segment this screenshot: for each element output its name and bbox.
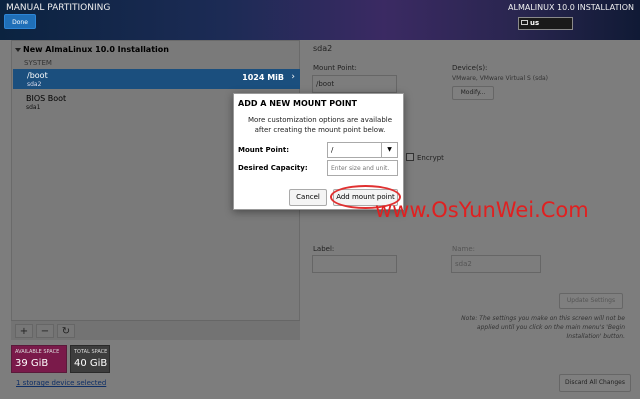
encrypt-label: Encrypt	[417, 154, 444, 162]
encrypt-checkbox[interactable]	[406, 153, 414, 161]
settings-note: Note: The settings you make on this scre…	[461, 315, 625, 340]
add-mount-point-icon[interactable]: +	[15, 324, 33, 338]
watermark-text: www.OsYunWei.Com	[375, 198, 589, 222]
done-button[interactable]: Done	[4, 14, 36, 29]
list-item-size: 1024 MiB	[242, 73, 284, 82]
keyboard-icon	[521, 20, 528, 25]
label-field-label: Label:	[313, 245, 335, 253]
modify-button[interactable]: Modify...	[452, 86, 494, 100]
total-space-value: 40 GiB	[74, 358, 108, 369]
update-settings-button[interactable]: Update Settings	[559, 293, 623, 309]
chevron-down-icon[interactable]: ▼	[381, 143, 397, 157]
list-item-mount: /boot	[27, 71, 48, 80]
label-field[interactable]	[312, 255, 397, 273]
expand-triangle-icon[interactable]	[15, 47, 21, 52]
devices-value: VMware, VMware Virtual S (sda)	[452, 75, 549, 82]
list-item-device: sda1	[26, 104, 41, 111]
keyboard-layout-label: us	[530, 19, 540, 27]
installation-title: New AlmaLinux 10.0 Installation	[23, 45, 169, 54]
dialog-capacity-label: Desired Capacity:	[238, 164, 308, 172]
mount-point-field[interactable]: /boot	[312, 75, 397, 93]
available-space-label: AVAILABLE SPACE	[15, 349, 60, 355]
chevron-right-icon: ›	[291, 72, 295, 82]
installation-group[interactable]: New AlmaLinux 10.0 Installation	[15, 45, 169, 54]
keyboard-layout-indicator[interactable]: us	[518, 17, 573, 30]
discard-all-changes-button[interactable]: Discard All Changes	[559, 374, 631, 392]
product-title: ALMALINUX 10.0 INSTALLATION	[508, 3, 634, 12]
available-space-badge: AVAILABLE SPACE 39 GiB	[11, 345, 67, 373]
remove-mount-point-icon[interactable]: −	[36, 324, 54, 338]
list-toolbar: + − ↻	[11, 320, 300, 340]
total-space-label: TOTAL SPACE	[74, 349, 108, 355]
dialog-title: ADD A NEW MOUNT POINT	[238, 99, 357, 108]
partition-detail-title: sda2	[313, 44, 333, 53]
refresh-icon[interactable]: ↻	[57, 324, 75, 338]
list-item-device: sda2	[27, 81, 42, 88]
dialog-description: More customization options are available…	[247, 116, 393, 134]
desired-capacity-input[interactable]	[327, 160, 398, 176]
name-field-label: Name:	[452, 245, 476, 253]
list-item[interactable]: BIOS Boot sda1	[26, 94, 66, 111]
available-space-value: 39 GiB	[15, 358, 49, 369]
storage-device-link[interactable]: 1 storage device selected	[16, 379, 106, 387]
total-space-badge: TOTAL SPACE 40 GiB	[70, 345, 110, 373]
mount-point-combo[interactable]: / ▼	[327, 142, 398, 158]
list-item-mount: BIOS Boot	[26, 94, 67, 103]
header-bar: MANUAL PARTITIONING Done ALMALINUX 10.0 …	[0, 0, 640, 40]
mount-point-combo-value: /	[331, 146, 334, 154]
system-section-label: SYSTEM	[24, 59, 52, 67]
devices-label: Device(s):	[452, 64, 488, 72]
dialog-mount-label: Mount Point:	[238, 146, 289, 154]
list-item-selected[interactable]: /boot sda2 1024 MiB ›	[13, 69, 300, 89]
mount-point-label: Mount Point:	[313, 64, 357, 72]
page-title: MANUAL PARTITIONING	[6, 3, 111, 13]
name-field[interactable]: sda2	[451, 255, 541, 273]
cancel-button[interactable]: Cancel	[289, 189, 327, 206]
